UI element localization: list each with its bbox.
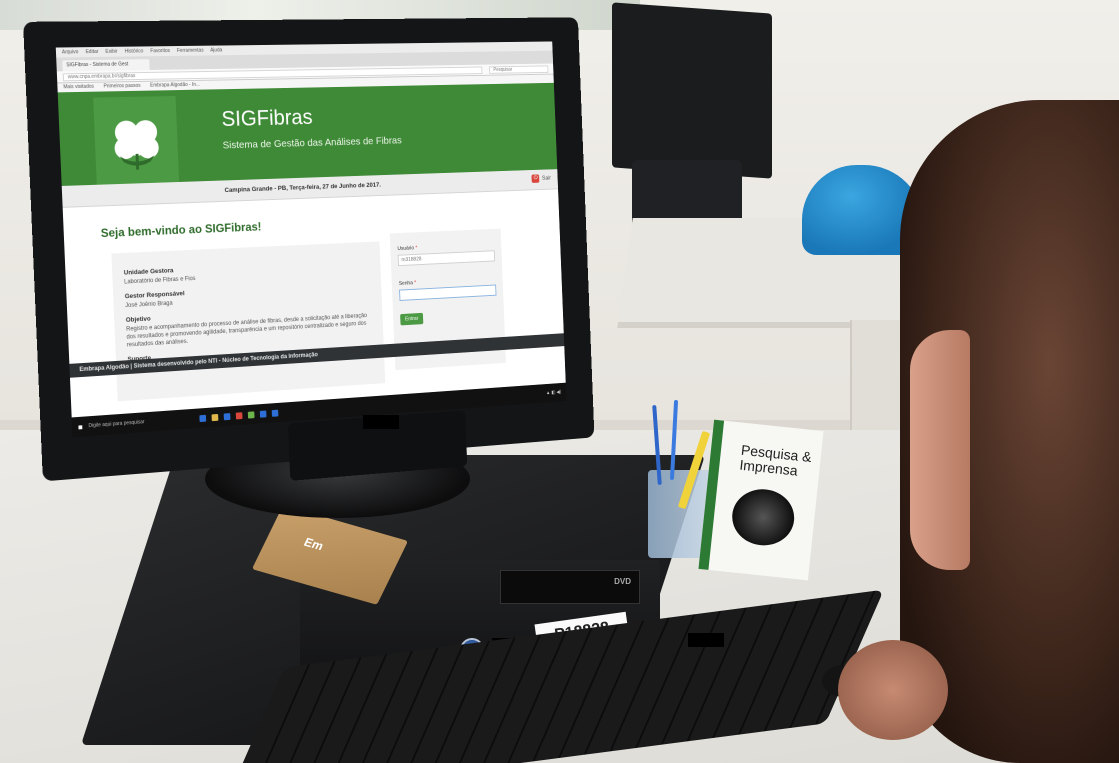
- taskbar-search[interactable]: Digite aqui para pesquisar: [88, 416, 193, 429]
- logout-label: Sair: [541, 175, 552, 182]
- screen: Arquivo Editar Exibir Histórico Favorito…: [55, 41, 567, 438]
- menu-item[interactable]: Histórico: [125, 48, 144, 54]
- bookmark-item[interactable]: Embrapa Algodão - In...: [150, 82, 200, 90]
- browser-search[interactable]: Pesquisar: [488, 64, 549, 74]
- app-icon[interactable]: [247, 410, 255, 419]
- location-date: Campina Grande - PB, Terça-feira, 27 de …: [224, 181, 381, 195]
- menu-item[interactable]: Exibir: [105, 49, 117, 55]
- task-view-icon[interactable]: [199, 414, 207, 422]
- person-face: [910, 330, 970, 570]
- cotton-icon: [114, 119, 160, 175]
- user-label-text: Usuário: [397, 245, 415, 252]
- menu-item[interactable]: Editar: [86, 49, 99, 55]
- login-button[interactable]: Entrar: [400, 312, 424, 326]
- user-field[interactable]: m318828: [397, 250, 496, 267]
- firefox-icon[interactable]: [235, 411, 243, 419]
- word-icon[interactable]: [259, 410, 267, 418]
- menu-item[interactable]: Favoritos: [150, 48, 170, 54]
- menu-item[interactable]: Arquivo: [62, 49, 79, 55]
- system-tray[interactable]: ▲ ◧ ◀): [546, 389, 561, 396]
- site-title: SIGFibras: [221, 104, 314, 131]
- logout-button[interactable]: ⏻ Sair: [531, 174, 552, 183]
- browser-tab[interactable]: SIGFibras - Sistema de Gest: [62, 59, 150, 72]
- logout-icon: ⏻: [531, 174, 540, 183]
- bookmark-item[interactable]: Primeiros passos: [104, 83, 141, 91]
- notepad-brand: Em: [301, 535, 326, 554]
- required-mark: *: [415, 245, 418, 252]
- windows-start-icon[interactable]: ■: [78, 422, 83, 431]
- site-header: SIGFibras Sistema de Gestão das Análises…: [57, 82, 558, 189]
- file-explorer-icon[interactable]: [211, 413, 219, 421]
- back-monitor: [612, 2, 772, 179]
- bookmark-item[interactable]: Mais visitados: [63, 84, 94, 92]
- booklet: Pesquisa & Imprensa: [698, 419, 824, 581]
- edge-icon[interactable]: [271, 409, 279, 417]
- info-panel: Unidade Gestora Laboratório de Fibras e …: [111, 241, 386, 402]
- password-field[interactable]: [399, 284, 497, 301]
- welcome-heading: Seja bem-vindo ao SIGFibras!: [100, 219, 262, 241]
- booklet-title: Pesquisa & Imprensa: [738, 441, 813, 479]
- dvd-label: DVD: [614, 577, 631, 586]
- menu-item[interactable]: Ajuda: [210, 47, 222, 53]
- password-label-text: Senha: [398, 280, 413, 287]
- store-icon[interactable]: [223, 412, 231, 420]
- monitor: Arquivo Editar Exibir Histórico Favorito…: [23, 17, 595, 482]
- redaction-box: [688, 633, 724, 647]
- menu-item[interactable]: Ferramentas: [177, 48, 204, 54]
- booklet-image: [729, 486, 797, 549]
- person-hand: [838, 640, 948, 740]
- site-subtitle: Sistema de Gestão das Análises de Fibras: [222, 134, 402, 152]
- dvd-drive[interactable]: DVD: [500, 570, 640, 604]
- redaction-box: [363, 415, 399, 429]
- required-mark: *: [414, 280, 417, 287]
- cotton-logo[interactable]: [93, 95, 180, 189]
